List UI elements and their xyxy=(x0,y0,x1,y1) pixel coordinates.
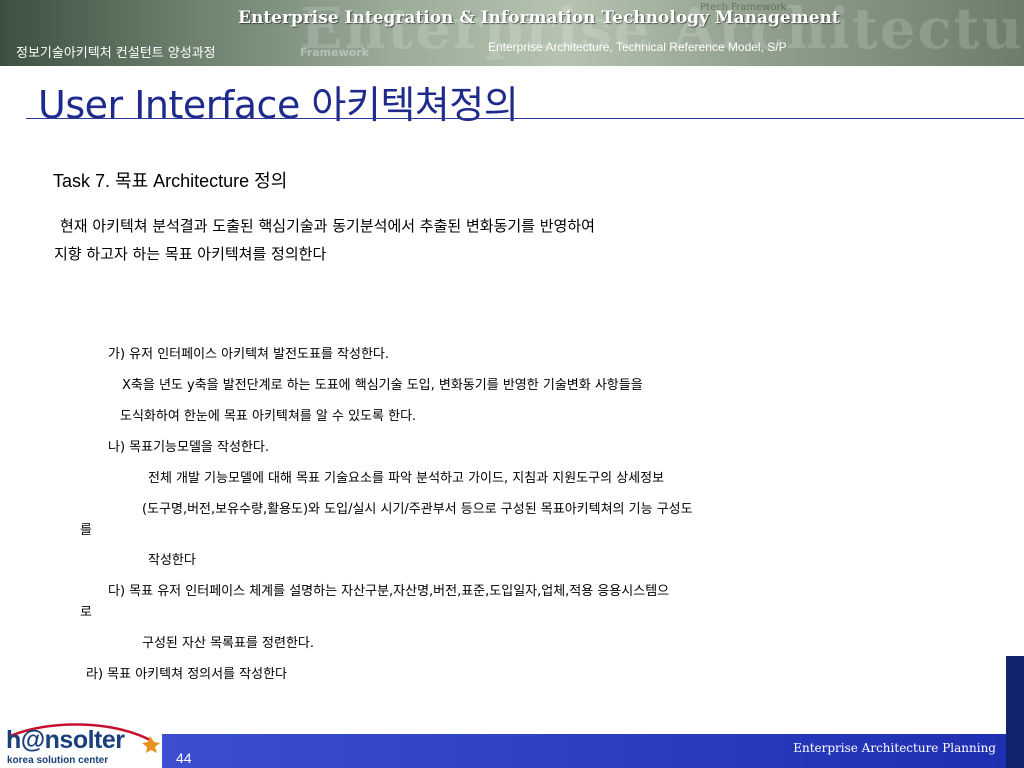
header-banner: Enterprise Architecture Mod Framework Pt… xyxy=(0,0,1024,66)
banner-subtitle: Enterprise Architecture, Technical Refer… xyxy=(488,40,787,54)
step-na-heading: 나) 목표기능모델을 작성한다. xyxy=(108,440,269,455)
footer-bar: 44 Enterprise Architecture Planning xyxy=(162,734,1006,768)
task-heading: Task 7. 목표 Architecture 정의 xyxy=(53,171,288,191)
step-da-wrap: 로 xyxy=(80,605,92,620)
step-ra-heading: 라) 목표 아키텍쳐 정의서를 작성한다 xyxy=(86,667,288,682)
corner-accent-block xyxy=(1006,656,1024,768)
step-na-detail: 전체 개발 기능모델에 대해 목표 기술요소를 파악 분석하고 가이드, 지침과… xyxy=(148,471,665,486)
course-name: 정보기술아키텍처 컨설턴트 양성과정 xyxy=(16,46,216,61)
page-number: 44 xyxy=(176,750,192,766)
step-na-detail: 작성한다 xyxy=(148,553,196,568)
intro-paragraph: 현재 아키텍쳐 분석결과 도출된 핵심기술과 동기분석에서 추출된 변화동기를 … xyxy=(54,212,595,268)
step-ga-detail: X축을 년도 y축을 발전단계로 하는 도표에 핵심기술 도입, 변화동기를 반… xyxy=(122,378,643,393)
logo-tagline: korea solution center xyxy=(7,755,109,766)
footer-caption: Enterprise Architecture Planning xyxy=(793,741,996,755)
step-ga-heading: 가) 유저 인터페이스 아키텍쳐 발전도표를 작성한다. xyxy=(108,347,390,362)
step-da-heading: 다) 목표 유저 인터페이스 체계를 설명하는 자산구분,자산명,버전,표준,도… xyxy=(108,584,670,599)
title-underline xyxy=(26,118,1024,119)
intro-line: 지향 하고자 하는 목표 아키텍쳐를 정의한다 xyxy=(54,245,327,263)
hansolter-logo: h@nsolter korea solution center xyxy=(0,722,162,768)
banner-title: Enterprise Integration & Information Tec… xyxy=(238,8,840,28)
step-da-detail: 구성된 자산 목록표를 정련한다. xyxy=(142,636,315,651)
step-ga-detail: 도식화하여 한눈에 목표 아키텍쳐를 알 수 있도록 한다. xyxy=(120,409,417,424)
intro-line: 현재 아키텍쳐 분석결과 도출된 핵심기술과 동기분석에서 추출된 변화동기를 … xyxy=(60,217,595,235)
step-na-wrap: 를 xyxy=(80,523,92,538)
banner-watermark-small: Framework xyxy=(300,46,370,59)
logo-wordmark: h@nsolter xyxy=(6,726,125,754)
slide-title: User Interface 아키텍쳐정의 xyxy=(38,83,519,127)
step-na-detail: (도구명,버전,보유수량,활용도)와 도입/실시 시기/주관부서 등으로 구성된… xyxy=(142,502,693,517)
